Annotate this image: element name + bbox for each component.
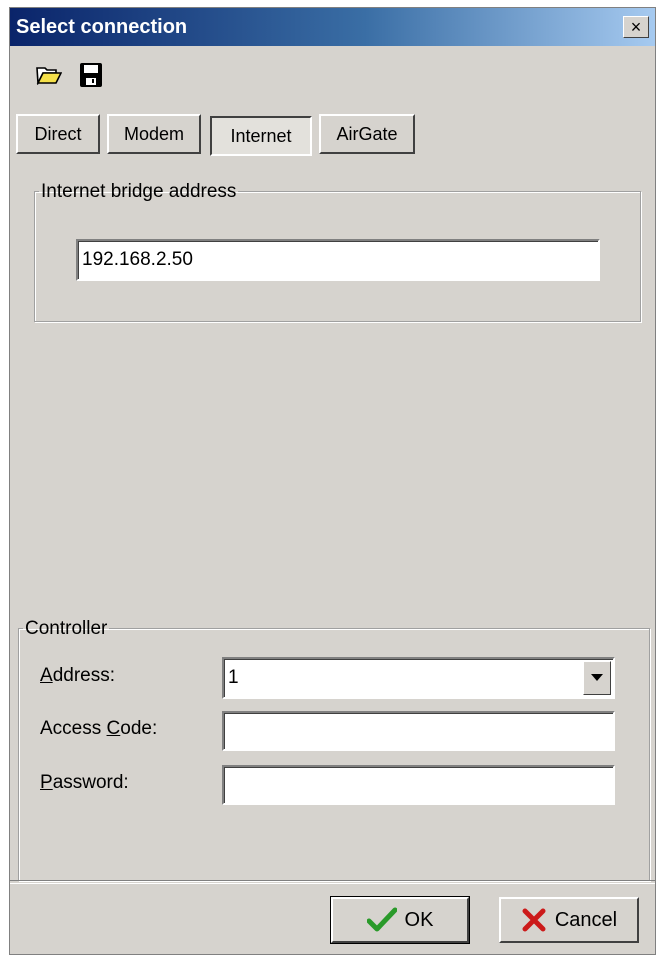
- address-label-rest: ddress:: [52, 665, 115, 686]
- tab-internet[interactable]: Internet: [210, 116, 312, 156]
- title-bar[interactable]: Select connection ×: [10, 8, 655, 46]
- chevron-down-icon: [591, 674, 603, 681]
- address-label-hotkey: A: [40, 665, 53, 686]
- window-title: Select connection: [16, 16, 188, 38]
- controller-group-label: Controller: [25, 618, 108, 639]
- password-label-hotkey: P: [40, 772, 53, 793]
- tab-direct[interactable]: Direct: [16, 114, 100, 154]
- tab-internet-label: Internet: [230, 125, 292, 146]
- tab-modem-label: Modem: [123, 123, 185, 144]
- cancel-label: Cancel: [554, 908, 618, 931]
- password-input[interactable]: [222, 765, 615, 805]
- connection-tabs: Direct Modem Internet AirGate: [10, 114, 655, 160]
- close-icon: ×: [630, 17, 642, 37]
- access-code-label-hotkey: C: [106, 718, 121, 739]
- open-button[interactable]: [34, 58, 64, 92]
- password-label: Password:: [40, 772, 129, 794]
- access-code-label: Access Code:: [40, 718, 157, 740]
- cancel-button[interactable]: Cancel: [499, 897, 639, 943]
- check-icon: [366, 907, 397, 932]
- close-button[interactable]: ×: [623, 16, 649, 38]
- address-dropdown-button[interactable]: [583, 661, 611, 695]
- ok-button[interactable]: OK: [330, 896, 470, 944]
- ok-label: OK: [404, 908, 434, 931]
- toolbar: [10, 48, 655, 110]
- internet-bridge-group-label: Internet bridge address: [41, 181, 237, 202]
- bridge-address-input[interactable]: 192.168.2.50: [76, 239, 600, 281]
- access-code-label-pre: Access: [40, 718, 107, 739]
- save-button[interactable]: [76, 58, 106, 92]
- address-dropdown[interactable]: 1: [222, 657, 615, 699]
- select-connection-dialog: Select connection × Direct Modem Interne…: [9, 7, 656, 955]
- tab-airgate[interactable]: AirGate: [319, 114, 415, 154]
- tab-direct-label: Direct: [34, 123, 82, 144]
- tab-airgate-label: AirGate: [336, 123, 398, 144]
- floppy-save-icon: [80, 63, 102, 87]
- password-label-rest: assword:: [52, 772, 129, 793]
- tab-modem[interactable]: Modem: [107, 114, 201, 154]
- address-value: 1: [228, 667, 239, 688]
- folder-open-icon: [36, 67, 62, 85]
- access-code-label-post: ode:: [120, 718, 158, 739]
- button-separator: [10, 880, 655, 884]
- address-label: Address:: [40, 665, 115, 687]
- bridge-address-value: 192.168.2.50: [82, 249, 193, 270]
- access-code-input[interactable]: [222, 711, 615, 751]
- cancel-x-icon: [522, 908, 546, 932]
